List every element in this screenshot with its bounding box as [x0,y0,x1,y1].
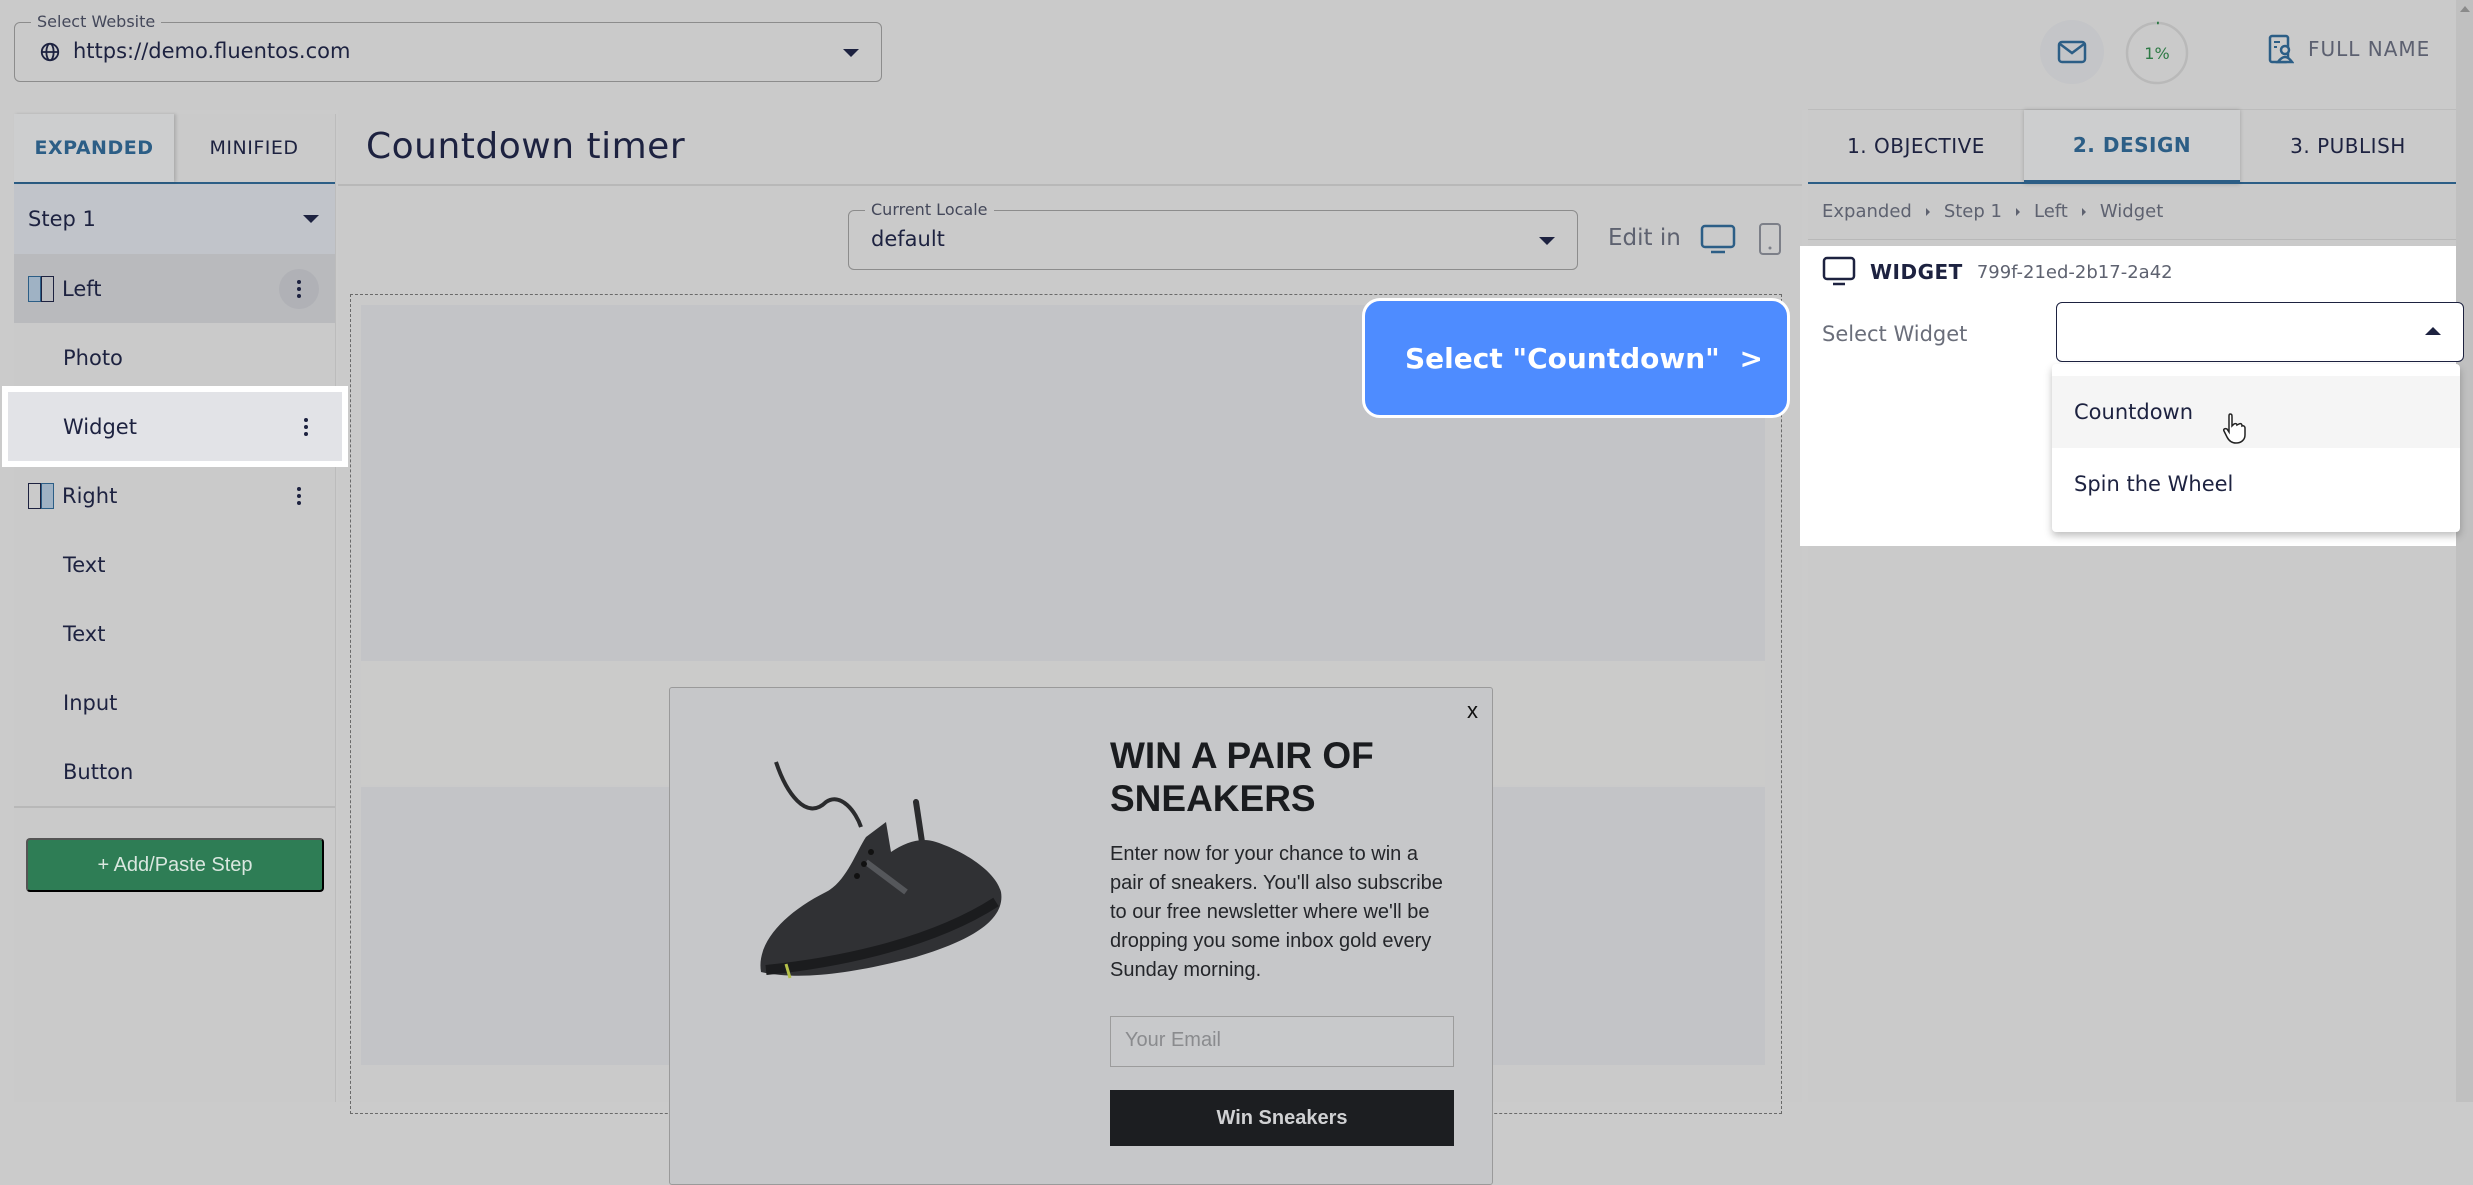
website-select-label: Select Website [31,12,162,31]
step-select-value: Step 1 [28,207,96,231]
account-header: 1% FULL NAME [1808,0,2456,110]
widget-id: 799f-21ed-2b17-2a42 [1976,261,2173,283]
breadcrumb-item[interactable]: Step 1 [1944,201,2002,222]
sneaker-image [760,761,1002,979]
mail-button[interactable] [2040,20,2104,84]
sidebar-item-label: Widget [63,414,137,439]
popup-body-text: Enter now for your chance to win a pair … [1110,843,1443,981]
desktop-icon [1822,256,1856,286]
sidebar-item-photo[interactable]: Photo [14,323,335,392]
globe-icon [40,42,60,62]
option-countdown[interactable]: Countdown [2052,376,2460,448]
breadcrumb-item[interactable]: Expanded [1822,201,1912,222]
sidebar-item-left[interactable]: Left [14,254,335,323]
divider [338,184,1802,186]
page-title: Countdown timer [366,126,686,167]
sidebar-item-text[interactable]: Text [14,599,335,668]
step-select[interactable]: Step 1 [14,184,335,254]
tab-publish[interactable]: 3. PUBLISH [2240,110,2456,182]
sidebar-item-button[interactable]: Button [14,737,335,806]
email-input[interactable]: Your Email [1110,1016,1454,1067]
select-widget-dropdown[interactable] [2056,302,2464,362]
locale-select-label: Current Locale [865,200,994,219]
structure-sidebar: EXPANDED MINIFIED Step 1 Left Photo Widg… [2,114,348,1102]
select-widget-label: Select Widget [1822,322,1968,346]
popup-preview: x WIN A PAIR OF SNEAKERS Enter now for y… [669,687,1493,1185]
sidebar-item-text[interactable]: Text [14,530,335,599]
view-tabs: EXPANDED MINIFIED [14,114,335,184]
chevron-down-icon[interactable] [843,49,859,57]
user-menu[interactable]: FULL NAME [2268,34,2430,64]
top-bar: Select Website https://demo.fluentos.com [0,0,1808,110]
page-scrollbar[interactable] [2456,0,2473,1102]
option-spin-the-wheel[interactable]: Spin the Wheel [2052,448,2460,520]
widget-options-list: Countdown Spin the Wheel [2052,364,2460,532]
edit-in-label: Edit in [1608,225,1681,251]
breadcrumb-item: Widget [2099,201,2164,222]
guide-hint-text: Select "Countdown" [1405,341,1720,375]
website-select-value: https://demo.fluentos.com [73,39,351,63]
locale-select-value: default [871,227,945,251]
breadcrumb-separator-icon [2081,207,2086,216]
close-icon[interactable]: x [1467,698,1478,724]
widget-settings: WIDGET 799f-21ed-2b17-2a42 Select Widget… [1800,246,2464,546]
breadcrumb-separator-icon [2016,207,2020,216]
chevron-up-icon [2425,327,2441,335]
breadcrumb-separator-icon [1925,207,1930,216]
scroll-up-icon[interactable] [2460,6,2470,12]
chevron-right-icon: > [1739,341,1763,375]
widget-title: WIDGET [1870,260,1963,284]
mobile-icon[interactable] [1758,222,1782,256]
more-options-icon[interactable] [279,476,319,516]
sidebar-item-label: Left [62,276,102,301]
sidebar-item-label: Text [63,552,106,577]
sidebar-item-label: Right [62,483,118,508]
chevron-down-icon [1539,237,1555,245]
sidebar-item-widget[interactable]: Widget [2,386,348,467]
sidebar-item-right[interactable]: Right [14,461,335,530]
sidebar-item-input[interactable]: Input [14,668,335,737]
more-options-icon[interactable] [279,268,319,309]
column-right-icon [28,482,54,509]
hand-cursor-icon [2223,413,2246,444]
website-select[interactable]: Select Website https://demo.fluentos.com [14,12,882,82]
desktop-icon[interactable] [1700,224,1736,256]
mail-icon [2057,40,2087,64]
sidebar-item-label: Photo [63,345,123,370]
win-sneakers-button[interactable]: Win Sneakers [1110,1090,1454,1146]
sidebar-item-label: Text [63,621,106,646]
editor-main: Countdown timer Current Locale default E… [338,110,1802,1185]
sidebar-item-label: Button [63,759,134,784]
column-left-icon [28,275,54,302]
widget-header: WIDGET 799f-21ed-2b17-2a42 [1822,256,2173,288]
more-options-icon[interactable] [286,407,326,447]
breadcrumb: Expanded Step 1 Left Widget [1808,184,2456,240]
wizard-tabs: 1. OBJECTIVE 2. DESIGN 3. PUBLISH [1808,110,2456,184]
user-name: FULL NAME [2308,37,2431,61]
progress-percent: 1% [2144,43,2170,63]
locale-select[interactable]: Current Locale default [848,200,1578,270]
option-label: Countdown [2074,400,2194,424]
chevron-down-icon [303,215,319,223]
guide-hint-button[interactable]: Select "Countdown" > [1362,298,1790,418]
tab-objective[interactable]: 1. OBJECTIVE [1808,110,2024,182]
contact-card-icon [2268,34,2294,64]
option-label: Spin the Wheel [2074,472,2234,496]
properties-panel: 1. OBJECTIVE 2. DESIGN 3. PUBLISH Expand… [1800,110,2464,1102]
add-paste-step-button[interactable]: + Add/Paste Step [26,838,324,892]
breadcrumb-item[interactable]: Left [2034,201,2068,222]
tab-minified[interactable]: MINIFIED [174,114,334,182]
divider [14,806,335,808]
sidebar-item-label: Input [63,690,118,715]
popup-heading: WIN A PAIR OF SNEAKERS [1110,735,1374,819]
tab-design[interactable]: 2. DESIGN [2024,110,2240,184]
tab-expanded[interactable]: EXPANDED [14,114,174,182]
